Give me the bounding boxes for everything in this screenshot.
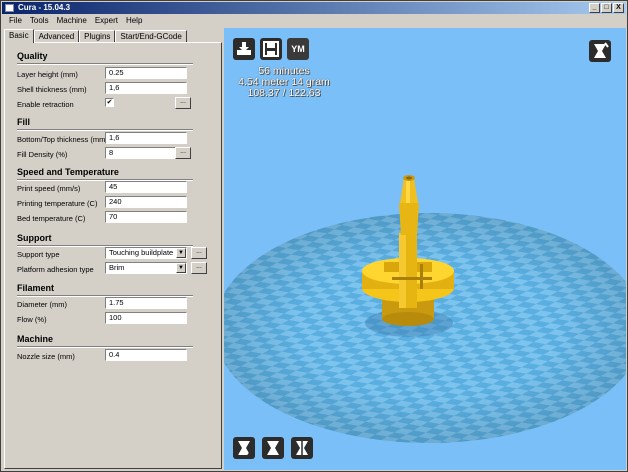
shell-thickness-label: Shell thickness (mm)	[17, 85, 87, 94]
chevron-down-icon[interactable]: ▼	[176, 248, 186, 258]
adhesion-settings-button[interactable]: ...	[191, 262, 207, 274]
platform-adhesion-value: Brim	[109, 263, 125, 272]
3d-viewport[interactable]: YM 56 minutes 4.54 meter 14 gram 108.37 …	[224, 28, 626, 470]
printing-temperature-input[interactable]: 240	[105, 196, 187, 208]
rotate-button[interactable]	[233, 437, 255, 459]
close-button[interactable]: X	[613, 3, 624, 13]
support-type-label: Support type	[17, 250, 60, 259]
support-settings-button[interactable]: ...	[191, 247, 207, 259]
mirror-icon	[296, 439, 308, 457]
support-type-value: Touching buildplate	[109, 248, 174, 257]
menu-help[interactable]: Help	[122, 16, 146, 25]
tab-basic[interactable]: Basic	[4, 29, 34, 43]
enable-retraction-label: Enable retraction	[17, 100, 74, 109]
settings-tabs: Basic Advanced Plugins Start/End-GCode	[4, 29, 187, 43]
chevron-down-icon[interactable]: ▼	[176, 263, 186, 273]
divider	[17, 63, 193, 65]
section-quality-title: Quality	[17, 51, 48, 61]
nozzle-size-input[interactable]: 0.4	[105, 349, 187, 361]
scale-icon	[264, 439, 282, 457]
diameter-label: Diameter (mm)	[17, 300, 67, 309]
window-title: Cura - 15.04.3	[18, 3, 71, 12]
print-cost: 108.37 / 122.63	[247, 87, 321, 99]
view-mode-icon	[594, 42, 609, 58]
bottom-top-thickness-label: Bottom/Top thickness (mm)	[17, 135, 108, 144]
flow-input[interactable]: 100	[105, 312, 187, 324]
mirror-button[interactable]	[291, 437, 313, 459]
section-speed-title: Speed and Temperature	[17, 167, 119, 177]
retraction-settings-button[interactable]: ...	[175, 97, 191, 109]
scale-button[interactable]	[262, 437, 284, 459]
settings-panel: Basic Advanced Plugins Start/End-GCode Q…	[4, 29, 222, 469]
menu-expert[interactable]: Expert	[91, 16, 122, 25]
section-fill-title: Fill	[17, 117, 30, 127]
fill-settings-button[interactable]: ...	[175, 147, 191, 159]
layer-height-input[interactable]: 0.25	[105, 67, 187, 79]
enable-retraction-checkbox[interactable]: ✔	[105, 98, 114, 107]
minimize-button[interactable]: _	[589, 3, 600, 13]
menu-tools[interactable]: Tools	[26, 16, 53, 25]
section-machine-title: Machine	[17, 334, 54, 344]
rotate-icon	[234, 441, 251, 459]
save-gcode-button[interactable]	[260, 38, 282, 60]
print-speed-label: Print speed (mm/s)	[17, 184, 81, 193]
divider	[17, 129, 193, 131]
bottom-top-thickness-input[interactable]: 1,6	[105, 132, 187, 144]
save-icon	[263, 41, 279, 57]
basic-tab-content: Quality Layer height (mm) 0.25 Shell thi…	[4, 42, 222, 469]
cura-window: Cura - 15.04.3 _ □ X File Tools Machine …	[0, 0, 628, 472]
shell-thickness-input[interactable]: 1,6	[105, 82, 187, 94]
app-icon	[5, 4, 14, 12]
platform-adhesion-select[interactable]: Brim ▼	[105, 262, 187, 274]
maximize-button[interactable]: □	[601, 3, 612, 13]
bed-temperature-label: Bed temperature (C)	[17, 214, 86, 223]
menu-bar: File Tools Machine Expert Help	[2, 14, 626, 27]
load-model-button[interactable]	[233, 38, 255, 60]
divider	[17, 346, 193, 348]
title-bar: Cura - 15.04.3 _ □ X	[2, 2, 626, 14]
print-info: 56 minutes 4.54 meter 14 gram 108.37 / 1…	[224, 66, 344, 99]
youmagine-button[interactable]: YM	[287, 38, 309, 60]
section-filament-title: Filament	[17, 283, 55, 293]
layer-height-label: Layer height (mm)	[17, 70, 78, 79]
diameter-input[interactable]: 1.75	[105, 297, 187, 309]
menu-machine[interactable]: Machine	[53, 16, 91, 25]
fill-density-label: Fill Density (%)	[17, 150, 68, 159]
view-mode-button[interactable]	[589, 40, 611, 62]
printing-temperature-label: Printing temperature (C)	[17, 199, 98, 208]
load-icon	[237, 42, 251, 55]
print-speed-input[interactable]: 45	[105, 181, 187, 193]
nozzle-size-label: Nozzle size (mm)	[17, 352, 75, 361]
platform-adhesion-label: Platform adhesion type	[17, 265, 94, 274]
support-type-select[interactable]: Touching buildplate ▼	[105, 247, 187, 259]
menu-file[interactable]: File	[5, 16, 26, 25]
bed-temperature-input[interactable]: 70	[105, 211, 187, 223]
section-support-title: Support	[17, 233, 52, 243]
flow-label: Flow (%)	[17, 315, 47, 324]
